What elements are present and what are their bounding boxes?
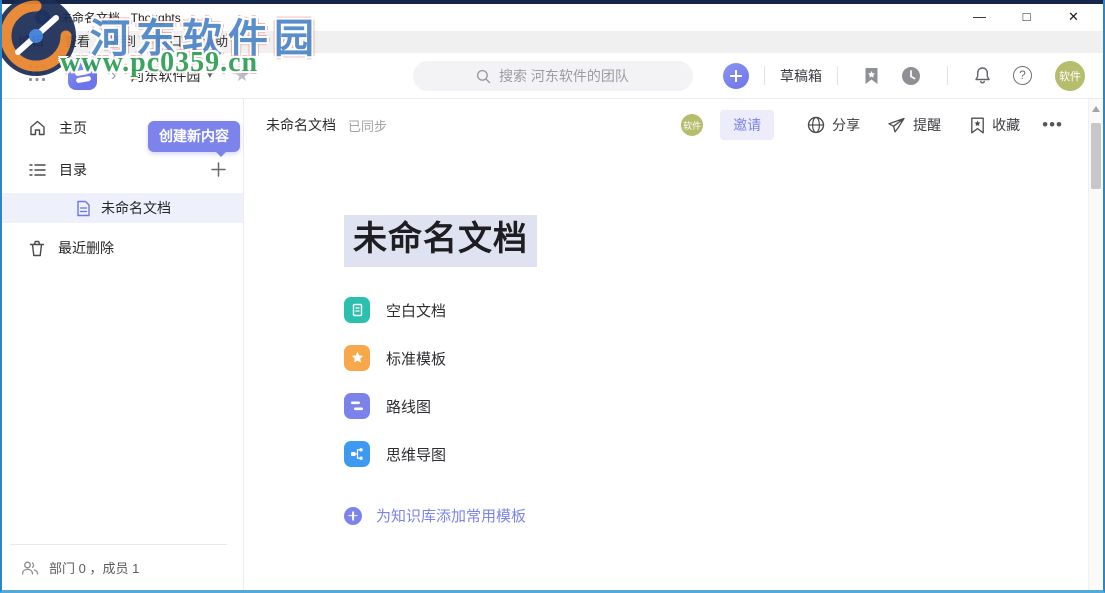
help-icon[interactable]: ? xyxy=(1013,66,1032,85)
toolbar-separator xyxy=(764,66,765,85)
add-template-label: 为知识库添加常用模板 xyxy=(376,505,526,526)
bookmark-icon[interactable] xyxy=(864,67,879,85)
breadcrumb-team-name[interactable]: 河东软件园 xyxy=(130,66,200,86)
main-panel: 未命名文档 已同步 软件 邀请 分享 xyxy=(244,99,1103,590)
search-input[interactable]: 搜索 河东软件的团队 xyxy=(413,61,693,91)
plus-circle-icon xyxy=(344,507,362,525)
document-icon xyxy=(76,200,91,217)
bell-icon[interactable] xyxy=(974,66,991,85)
toolbar-right: 草稿箱 ? xyxy=(723,61,1085,91)
menu-edit[interactable]: 编辑 xyxy=(8,31,54,53)
remind-button[interactable]: 提醒 xyxy=(887,115,941,135)
vertical-scrollbar[interactable] xyxy=(1088,99,1103,590)
star-template-icon xyxy=(344,345,370,371)
document-header: 未命名文档 已同步 软件 邀请 分享 xyxy=(244,99,1103,151)
plus-icon xyxy=(210,161,227,178)
home-icon xyxy=(29,120,46,136)
template-blank-doc[interactable]: 空白文档 xyxy=(344,297,1103,323)
collaborator-avatar[interactable]: 软件 xyxy=(681,114,703,136)
template-list: 空白文档 标准模板 xyxy=(344,297,1103,467)
sidebar-document-label: 未命名文档 xyxy=(101,198,171,218)
app-body: 主页 目录 xyxy=(2,99,1103,590)
title-bar: ✳ 未命名文档 - Thoughts — □ ✕ xyxy=(2,4,1103,31)
sidebar: 主页 目录 xyxy=(2,99,244,590)
sidebar-item-trash[interactable]: 最近删除 xyxy=(2,233,243,263)
menu-help[interactable]: 帮助 xyxy=(192,31,238,53)
history-clock-icon[interactable] xyxy=(901,66,921,86)
menu-bar: 编辑 查看 转到 窗口 帮助 xyxy=(2,31,1103,53)
roadmap-icon xyxy=(344,393,370,419)
bookmark-star-icon xyxy=(970,117,985,134)
scrollbar-thumb[interactable] xyxy=(1091,123,1101,189)
breadcrumb-chevron-icon: › xyxy=(111,67,116,85)
share-button[interactable]: 分享 xyxy=(807,115,860,135)
document-header-actions: 软件 邀请 分享 提醒 xyxy=(681,110,1063,140)
template-label: 路线图 xyxy=(386,396,431,417)
template-standard[interactable]: 标准模板 xyxy=(344,345,1103,371)
more-icon[interactable]: ••• xyxy=(1042,115,1063,135)
sidebar-home-label: 主页 xyxy=(59,118,87,138)
remind-label: 提醒 xyxy=(913,115,941,135)
template-label: 标准模板 xyxy=(386,348,446,369)
template-label: 空白文档 xyxy=(386,300,446,321)
sidebar-item-document[interactable]: 未命名文档 xyxy=(2,193,243,223)
minimize-button[interactable]: — xyxy=(956,4,1003,31)
sidebar-item-directory[interactable]: 目录 xyxy=(2,155,243,185)
document-content: 未命名文档 空白文档 xyxy=(244,151,1103,526)
trash-icon xyxy=(29,240,45,257)
share-label: 分享 xyxy=(832,115,860,135)
members-icon xyxy=(21,561,39,575)
send-icon xyxy=(887,117,906,134)
close-button[interactable]: ✕ xyxy=(1050,4,1097,31)
favorite-label: 收藏 xyxy=(992,115,1020,135)
app-window: ✳ 未命名文档 - Thoughts — □ ✕ 编辑 查看 转到 窗口 帮助 … xyxy=(0,0,1105,593)
menu-window[interactable]: 窗口 xyxy=(146,31,192,53)
sidebar-footer-label: 部门 0 ，成员 1 xyxy=(49,558,139,577)
add-template-button[interactable]: 为知识库添加常用模板 xyxy=(344,505,1103,526)
search-placeholder: 搜索 河东软件的团队 xyxy=(499,66,629,86)
user-avatar[interactable]: 软件 xyxy=(1055,61,1085,91)
document-header-title: 未命名文档 xyxy=(266,115,336,135)
create-content-tooltip: 创建新内容 xyxy=(148,121,240,152)
window-controls: — □ ✕ xyxy=(956,4,1097,31)
favorite-button[interactable]: 收藏 xyxy=(970,115,1020,135)
sidebar-trash-label: 最近删除 xyxy=(58,238,114,258)
chevron-down-icon[interactable]: ▾ xyxy=(207,70,212,81)
toolbar-separator xyxy=(837,66,838,85)
add-content-button[interactable] xyxy=(210,161,227,181)
invite-button[interactable]: 邀请 xyxy=(720,110,774,140)
menu-goto[interactable]: 转到 xyxy=(100,31,146,53)
blank-doc-icon xyxy=(344,297,370,323)
sync-status: 已同步 xyxy=(348,116,387,135)
scroll-up-arrow-icon[interactable] xyxy=(1092,106,1100,112)
sidebar-footer[interactable]: 部门 0 ，成员 1 xyxy=(21,558,139,577)
template-roadmap[interactable]: 路线图 xyxy=(344,393,1103,419)
template-mindmap[interactable]: 思维导图 xyxy=(344,441,1103,467)
search-icon xyxy=(476,69,491,84)
maximize-button[interactable]: □ xyxy=(1003,4,1050,31)
mindmap-icon xyxy=(344,441,370,467)
apps-grid-icon[interactable] xyxy=(28,64,46,87)
thoughts-logo-icon[interactable] xyxy=(68,61,97,90)
globe-icon xyxy=(807,116,825,134)
create-new-button[interactable] xyxy=(723,63,749,89)
sidebar-directory-label: 目录 xyxy=(59,160,87,180)
template-label: 思维导图 xyxy=(386,444,446,465)
app-icon: ✳ xyxy=(35,10,50,25)
draftbox-button[interactable]: 草稿箱 xyxy=(780,66,822,86)
document-title[interactable]: 未命名文档 xyxy=(344,215,537,267)
star-icon[interactable]: ★ xyxy=(234,66,249,86)
window-title: 未命名文档 - Thoughts xyxy=(60,9,181,26)
menu-view[interactable]: 查看 xyxy=(54,31,100,53)
sidebar-divider xyxy=(10,544,227,545)
toolbar-separator xyxy=(947,66,948,85)
list-icon xyxy=(29,163,46,177)
toolbar: › 河东软件园 ▾ ★ 搜索 河东软件的团队 草稿箱 xyxy=(2,53,1103,99)
